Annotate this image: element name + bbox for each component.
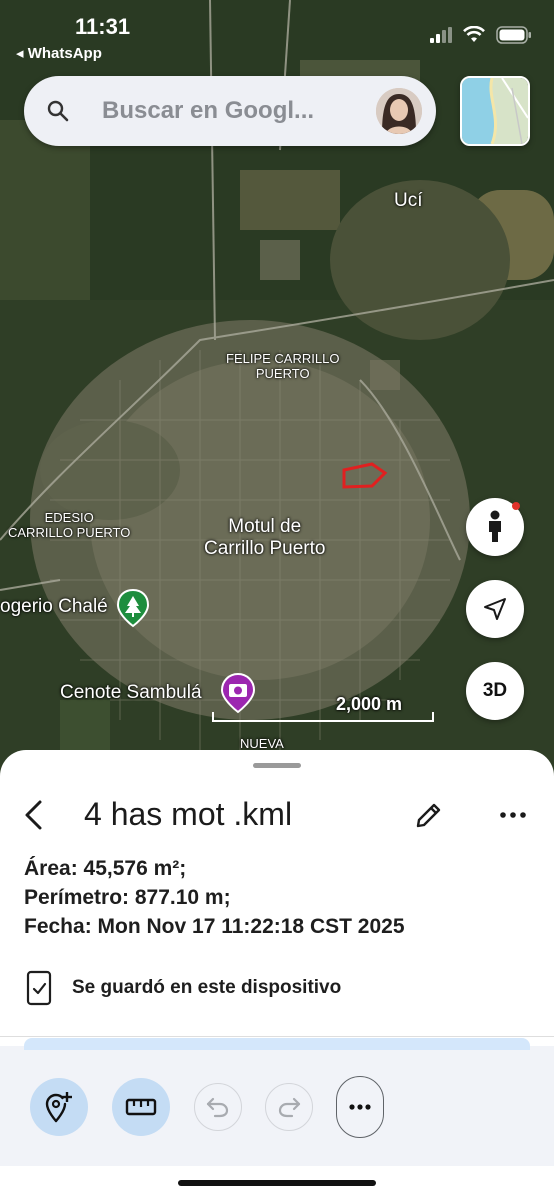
home-indicator[interactable] [178,1180,376,1186]
add-point-button[interactable] [30,1078,88,1136]
area-text: Área: 45,576 m²; [24,857,187,880]
back-to-app-link[interactable]: ◂ WhatsApp [16,44,102,62]
edit-button[interactable] [414,800,444,830]
search-icon [46,99,70,128]
map-label-park: ogerio Chalé [0,596,108,617]
map-label-cenote: Cenote Sambulá [60,682,202,703]
signal-icon [430,27,452,43]
saved-status: Se guardó en este dispositivo [26,970,341,1006]
navigation-arrow-icon [484,598,506,620]
perimeter-text: Perímetro: 877.10 m; [24,886,231,909]
toolbar-highlight [24,1038,530,1050]
map-label-motul: Motul de Carrillo Puerto [204,516,326,559]
details-sheet: 4 has mot .kml Área: 45,576 m²; Perímetr… [0,750,554,1200]
pencil-icon [416,803,441,828]
measurement-info: Área: 45,576 m²; Perímetro: 877.10 m; Fe… [24,854,405,941]
file-title: 4 has mot .kml [84,796,293,832]
notification-dot [512,502,520,510]
ruler-icon [125,1098,157,1116]
divider [0,1036,554,1037]
my-location-button[interactable] [466,580,524,638]
undo-button[interactable] [194,1083,242,1131]
3d-label: 3D [482,680,508,701]
map-layers-button[interactable] [460,76,530,146]
sheet-drag-handle[interactable] [253,763,301,768]
pegman-icon [489,510,501,542]
street-view-button[interactable] [466,498,524,556]
3d-toggle-button[interactable]: 3D [466,662,524,720]
status-icons [430,26,532,44]
search-bar[interactable]: Buscar en Googl... [24,76,436,146]
park-pin-icon[interactable] [116,588,150,633]
more-tools-button[interactable] [336,1076,384,1138]
date-text: Fecha: Mon Nov 17 11:22:18 CST 2025 [24,915,405,938]
map-view[interactable]: Ucí FELIPE CARRILLO PUERTO EDESIO CARRIL… [0,0,554,780]
device-check-icon [26,970,52,1006]
edit-toolbar [0,1038,554,1166]
battery-icon [496,26,531,44]
wifi-icon [463,26,485,42]
map-label-uci: Ucí [394,190,423,211]
saved-status-text: Se guardó en este dispositivo [72,977,342,998]
chevron-left-icon [25,800,42,830]
map-label-felipe-carrillo-puerto: FELIPE CARRILLO PUERTO [226,351,340,381]
map-label-edesio-carrillo-puerto: EDESIO CARRILLO PUERTO [8,510,131,540]
status-time: 11:31 [75,14,131,39]
back-button[interactable] [20,798,48,832]
measure-button[interactable] [112,1078,170,1136]
redo-icon [278,1097,301,1118]
redo-button[interactable] [265,1083,313,1131]
search-input[interactable]: Buscar en Googl... [102,97,372,125]
avatar[interactable] [376,88,422,134]
more-horizontal-icon [500,812,526,818]
more-options-button[interactable] [498,808,528,822]
add-location-icon [45,1092,72,1123]
undo-icon [206,1097,229,1118]
more-horizontal-icon [349,1104,371,1110]
map-scale-bar [212,712,434,722]
